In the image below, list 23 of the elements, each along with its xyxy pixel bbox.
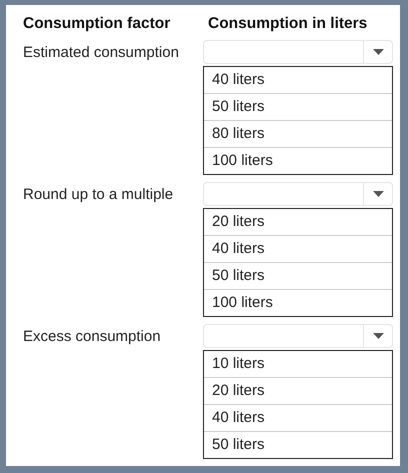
row-label: Round up to a multiple (23, 185, 174, 205)
option-item[interactable]: 40 liters (204, 67, 392, 93)
option-item[interactable]: 20 liters (204, 209, 392, 235)
option-item[interactable]: 40 liters (204, 235, 392, 262)
option-item[interactable]: 50 liters (204, 262, 392, 289)
option-item[interactable]: 80 liters (204, 120, 392, 147)
option-item[interactable]: 50 liters (204, 93, 392, 120)
option-item[interactable]: 100 liters (204, 147, 392, 174)
dropdown[interactable] (203, 40, 393, 64)
row-label: Estimated consumption (23, 43, 180, 63)
dropdown[interactable] (203, 324, 393, 348)
column-header: Consumption factor (23, 15, 172, 33)
option-item[interactable]: 10 liters (204, 351, 392, 377)
caret-icon (372, 49, 384, 55)
caret-icon (372, 333, 384, 339)
option-item[interactable]: 40 liters (204, 404, 392, 431)
column-header: Consumption in liters (208, 15, 368, 33)
option-item[interactable]: 20 liters (204, 377, 392, 404)
row-label: Excess consumption (23, 327, 162, 347)
dropdown[interactable] (203, 182, 393, 206)
caret-icon (372, 191, 384, 197)
option-item[interactable]: 50 liters (204, 431, 392, 458)
option-item[interactable]: 100 liters (204, 289, 392, 316)
